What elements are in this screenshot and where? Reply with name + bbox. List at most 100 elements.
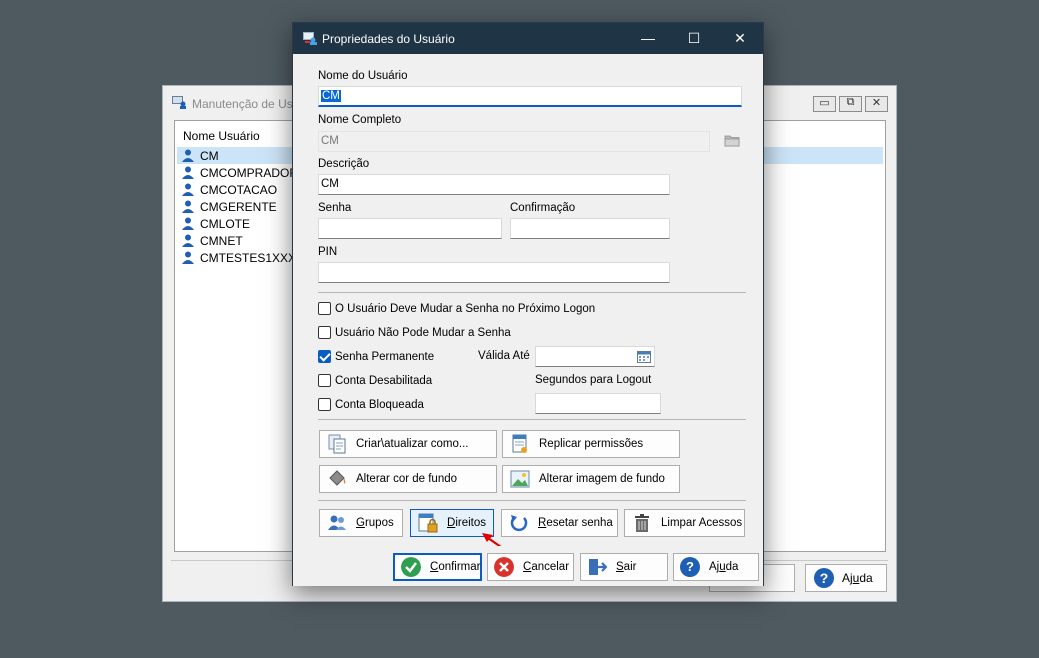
minimize-icon: ▭ (819, 97, 830, 109)
user-icon (182, 183, 194, 196)
alterar-cor-label: Alterar cor de fundo (356, 473, 458, 485)
nome-completo-label: Nome Completo (318, 114, 402, 126)
user-name: CMNET (200, 233, 243, 248)
alterar-cor-button[interactable]: Alterar cor de fundo (319, 465, 497, 493)
close-icon: ✕ (871, 97, 882, 109)
confirmacao-label: Confirmação (510, 202, 576, 214)
segundos-logout-input[interactable] (535, 393, 661, 414)
checkbox-box-checked[interactable] (318, 350, 331, 363)
users-computer-icon (172, 96, 186, 109)
permissions-document-icon (512, 434, 527, 453)
check-icon (401, 557, 421, 577)
sair-label: Sair (616, 561, 637, 573)
background-window-title: Manutenção de Usu (192, 97, 300, 111)
nome-usuario-input[interactable]: CM (318, 86, 742, 107)
ajuda-label: Ajuda (709, 561, 739, 573)
checkbox-mudar-senha[interactable]: O Usuário Deve Mudar a Senha no Próximo … (318, 302, 595, 315)
checkbox-label: O Usuário Deve Mudar a Senha no Próximo … (335, 302, 596, 315)
checkbox-conta-desabilitada[interactable]: Conta Desabilitada (318, 374, 432, 387)
senha-input[interactable] (318, 218, 502, 239)
column-header-nome-usuario[interactable]: Nome Usuário (183, 129, 260, 143)
dialog-titlebar: Propriedades do Usuário — ☐ ✕ (293, 23, 763, 54)
group-users-icon (328, 515, 346, 530)
background-ajuda-button[interactable]: ? Ajuda (805, 564, 887, 592)
user-properties-dialog: Propriedades do Usuário — ☐ ✕ Nome do Us… (292, 22, 764, 586)
valida-ate-label: Válida Até (478, 350, 530, 362)
user-icon (182, 217, 194, 230)
replicar-permissoes-button[interactable]: Replicar permissões (502, 430, 680, 458)
checkbox-nao-pode-mudar[interactable]: Usuário Não Pode Mudar a Senha (318, 326, 511, 339)
limpar-acessos-button[interactable]: Limpar Acessos (624, 509, 745, 537)
restore-button[interactable]: ⧉ (839, 96, 862, 112)
cancelar-label: Cancelar (523, 561, 570, 573)
users-computer-icon (303, 32, 317, 45)
user-name: CMLOTE (200, 216, 251, 231)
confirmar-button[interactable]: Confirmar (393, 553, 482, 581)
cancel-icon (494, 557, 514, 577)
copy-document-icon (328, 434, 346, 454)
calendar-icon[interactable] (637, 350, 651, 363)
close-icon[interactable]: ✕ (717, 23, 763, 54)
nome-usuario-value: CM (321, 90, 341, 102)
pin-input[interactable] (318, 262, 670, 283)
user-icon (182, 200, 194, 213)
ajuda-label: Ajuda (842, 571, 873, 585)
restore-icon: ⧉ (846, 96, 855, 108)
image-icon (510, 470, 530, 488)
nome-completo-value: CM (321, 135, 339, 147)
user-name: CMTESTES1XXX (200, 250, 297, 265)
minimize-button[interactable]: ▭ (813, 96, 836, 112)
nome-usuario-label: Nome do Usuário (318, 70, 408, 82)
resetar-senha-label: Resetar senha (538, 517, 613, 529)
divider (318, 500, 746, 501)
checkbox-conta-bloqueada[interactable]: Conta Bloqueada (318, 398, 424, 411)
checkbox-box[interactable] (318, 374, 331, 387)
checkbox-label: Senha Permanente (335, 350, 435, 363)
replicar-permissoes-label: Replicar permissões (539, 438, 644, 450)
criar-atualizar-button[interactable]: Criar\atualizar como... (319, 430, 497, 458)
user-icon (182, 234, 194, 247)
checkbox-box[interactable] (318, 398, 331, 411)
checkbox-label: Conta Desabilitada (335, 374, 433, 387)
descricao-value: CM (321, 178, 339, 190)
dialog-body: Nome do Usuário CM Nome Completo CM Desc… (298, 54, 759, 557)
sair-button[interactable]: Sair (580, 553, 668, 581)
divider (318, 292, 746, 293)
user-name: CMCOMPRADOR (200, 165, 298, 180)
help-icon: ? (680, 557, 700, 577)
help-icon: ? (814, 568, 834, 588)
descricao-input[interactable]: CM (318, 174, 670, 195)
grupos-button[interactable]: Grupos (319, 509, 403, 537)
minimize-icon[interactable]: — (625, 23, 671, 54)
close-button[interactable]: ✕ (865, 96, 888, 112)
ajuda-button[interactable]: ? Ajuda (673, 553, 759, 581)
checkbox-label: Usuário Não Pode Mudar a Senha (335, 326, 511, 339)
criar-atualizar-label: Criar\atualizar como... (356, 438, 469, 450)
folder-icon[interactable] (724, 134, 740, 147)
confirmar-label: Confirmar (430, 561, 481, 573)
nome-completo-input[interactable]: CM (318, 131, 710, 152)
user-icon (182, 149, 194, 162)
pin-label: PIN (318, 246, 338, 258)
alterar-imagem-label: Alterar imagem de fundo (539, 473, 665, 485)
trash-icon (635, 514, 649, 532)
checkbox-label: Conta Bloqueada (335, 398, 424, 411)
exit-door-icon (589, 559, 607, 575)
checkbox-senha-permanente[interactable]: Senha Permanente (318, 350, 434, 363)
cancelar-button[interactable]: Cancelar (487, 553, 574, 581)
user-name: CMGERENTE (200, 199, 277, 214)
user-name: CM (200, 148, 219, 163)
confirmacao-input[interactable] (510, 218, 670, 239)
user-icon (182, 251, 194, 264)
grupos-label: Grupos (356, 517, 394, 529)
checkbox-box[interactable] (318, 326, 331, 339)
alterar-imagem-button[interactable]: Alterar imagem de fundo (502, 465, 680, 493)
checkbox-box[interactable] (318, 302, 331, 315)
descricao-label: Descrição (318, 158, 370, 170)
paint-bucket-icon (329, 470, 346, 486)
valida-ate-input[interactable] (535, 346, 655, 367)
user-name: CMCOTACAO (200, 182, 278, 197)
direitos-label: Direitos (447, 517, 486, 529)
limpar-acessos-label: Limpar Acessos (661, 517, 743, 529)
maximize-icon[interactable]: ☐ (671, 23, 717, 54)
